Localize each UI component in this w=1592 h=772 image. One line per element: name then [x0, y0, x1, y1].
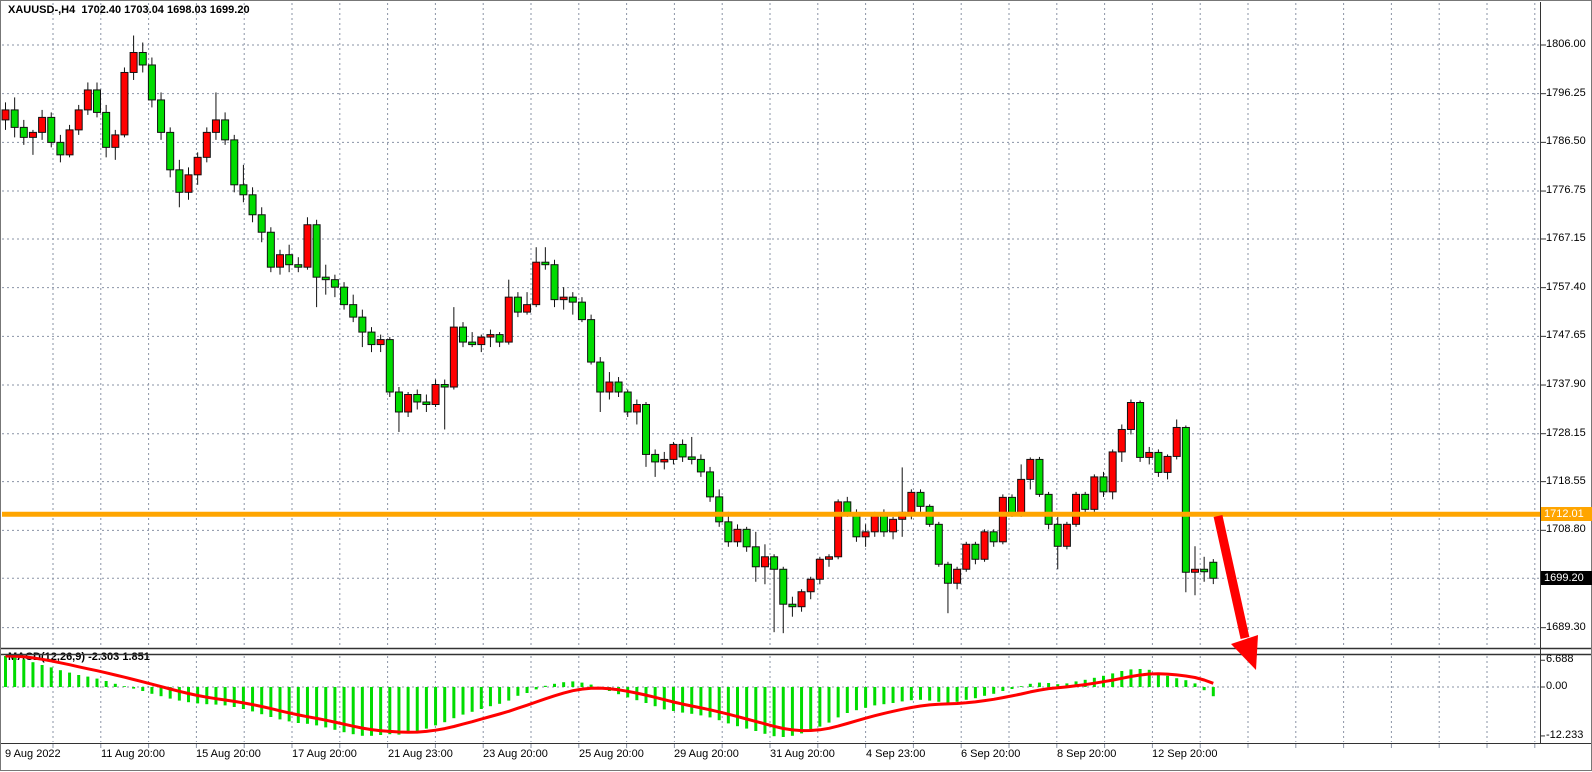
- macd-panel: [6, 656, 1214, 737]
- price-axis-label: 1806.00: [1546, 38, 1586, 50]
- price-axis-label: 1757.40: [1546, 281, 1586, 293]
- hline-price-tag: 1712.01: [1541, 507, 1592, 521]
- trend-arrow[interactable]: [1218, 516, 1258, 670]
- time-axis-label: 9 Aug 2022: [5, 748, 61, 760]
- price-axis-label: 1728.15: [1546, 427, 1586, 439]
- time-axis-label: 8 Sep 20:00: [1057, 748, 1116, 760]
- time-axis-label: 31 Aug 20:00: [770, 748, 835, 760]
- chart-window: XAUUSD-,H4 1702.40 1703.04 1698.03 1699.…: [0, 0, 1592, 772]
- macd-axis-label: 0.00: [1546, 680, 1567, 692]
- price-axis-label: 1767.15: [1546, 232, 1586, 244]
- macd-axis-label: 6.688: [1546, 653, 1574, 665]
- time-axis-label: 25 Aug 20:00: [579, 748, 644, 760]
- macd-signal-line: [6, 656, 1214, 732]
- price-axis-label: 1776.75: [1546, 184, 1586, 196]
- time-axis-label: 29 Aug 20:00: [674, 748, 739, 760]
- candles: [2, 36, 1217, 634]
- price-axis-label: 1796.25: [1546, 87, 1586, 99]
- time-axis-label: 17 Aug 20:00: [292, 748, 357, 760]
- time-axis-label: 11 Aug 20:00: [101, 748, 165, 760]
- panel-splitter[interactable]: [0, 648, 1592, 656]
- gridlines: [2, 3, 1546, 748]
- price-axis-label: 1737.90: [1546, 378, 1586, 390]
- time-axis-label: 21 Aug 23:00: [388, 748, 453, 760]
- current-price-tag: 1699.20: [1541, 571, 1592, 585]
- price-axis-label: 1708.80: [1546, 523, 1586, 535]
- price-axis-label: 1747.65: [1546, 329, 1586, 341]
- time-axis-label: 12 Sep 20:00: [1152, 748, 1217, 760]
- price-axis-label: 1786.50: [1546, 135, 1586, 147]
- chart-title-ohlc: XAUUSD-,H4 1702.40 1703.04 1698.03 1699.…: [8, 4, 250, 16]
- chart-canvas[interactable]: [0, 0, 1592, 772]
- time-axis-label: 15 Aug 20:00: [196, 748, 261, 760]
- time-axis-label: 6 Sep 20:00: [961, 748, 1020, 760]
- time-axis-label: 23 Aug 20:00: [483, 748, 548, 760]
- price-axis-label: 1689.30: [1546, 621, 1586, 633]
- time-axis-label: 4 Sep 23:00: [866, 748, 925, 760]
- price-axis-label: 1718.55: [1546, 475, 1586, 487]
- macd-axis-label: -12.233: [1546, 729, 1583, 741]
